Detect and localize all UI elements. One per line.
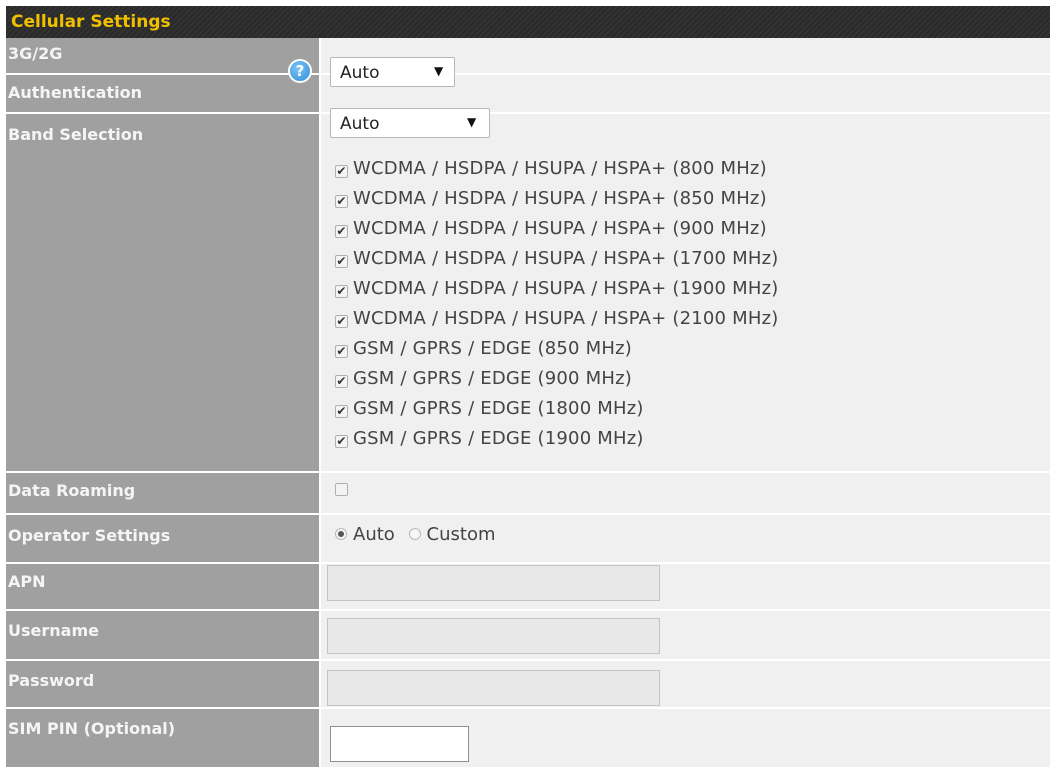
checkbox-checked[interactable]: ✔ [335, 315, 348, 328]
band-checkbox-row[interactable]: ✔ WCDMA / HSDPA / HSUPA / HSPA+ (1700 MHz… [335, 248, 778, 278]
authentication-select[interactable]: Auto ▼ [330, 108, 490, 138]
row-divider [6, 73, 1050, 75]
username-label: Username [8, 621, 99, 640]
apn-label: APN [8, 572, 46, 591]
band-checkbox-row[interactable]: ✔ WCDMA / HSDPA / HSUPA / HSPA+ (1900 MHz… [335, 278, 778, 308]
band-checkbox-row[interactable]: ✔ GSM / GPRS / EDGE (850 MHz) [335, 338, 632, 368]
row-divider [6, 609, 1050, 611]
apn-input[interactable] [327, 565, 660, 601]
row-divider [6, 659, 1050, 661]
band-selection-label: Band Selection [8, 125, 144, 144]
row-divider [6, 112, 1050, 114]
dropdown-arrow-icon: ▼ [467, 115, 477, 129]
band-label: WCDMA / HSDPA / HSUPA / HSPA+ (2100 MHz) [353, 308, 779, 329]
option-auto-label: Auto [353, 524, 395, 545]
band-label: WCDMA / HSDPA / HSUPA / HSPA+ (800 MHz) [353, 158, 767, 179]
password-label: Password [8, 671, 95, 690]
network-label: 3G/2G [8, 44, 63, 63]
network-mode-value: Auto [340, 63, 380, 83]
option-custom-label: Custom [426, 524, 496, 545]
band-checkbox-row[interactable]: ✔ WCDMA / HSDPA / HSUPA / HSPA+ (2100 MHz… [335, 308, 778, 338]
row-divider [6, 562, 1050, 564]
checkbox-checked[interactable]: ✔ [335, 225, 348, 238]
band-checkbox-row[interactable]: ✔ WCDMA / HSDPA / HSUPA / HSPA+ (800 MHz) [335, 158, 767, 188]
band-checkbox-row[interactable]: ✔ WCDMA / HSDPA / HSUPA / HSPA+ (850 MHz) [335, 188, 767, 218]
band-label: GSM / GPRS / EDGE (1900 MHz) [353, 428, 644, 449]
dropdown-arrow-icon: ▼ [434, 64, 444, 78]
checkbox-checked[interactable]: ✔ [335, 255, 348, 268]
band-checkbox-row[interactable]: ✔ GSM / GPRS / EDGE (1900 MHz) [335, 428, 644, 458]
row-divider [6, 513, 1050, 515]
authentication-value: Auto [340, 114, 380, 134]
operator-settings-label: Operator Settings [8, 526, 171, 545]
radio-custom[interactable] [408, 528, 421, 540]
column-divider [319, 38, 321, 767]
band-checkbox-row[interactable]: ✔ GSM / GPRS / EDGE (900 MHz) [335, 368, 632, 398]
sim-pin-label: SIM PIN (Optional) [8, 719, 176, 738]
network-mode-select[interactable]: Auto ▼ [330, 57, 455, 87]
band-label: GSM / GPRS / EDGE (1800 MHz) [353, 398, 644, 419]
radio-auto-selected[interactable] [335, 528, 347, 540]
username-input[interactable] [327, 618, 660, 654]
operator-settings-radios: Auto Custom [335, 524, 496, 545]
data-roaming-label: Data Roaming [8, 481, 136, 500]
sim-pin-input[interactable] [330, 726, 469, 762]
band-checkbox-row[interactable]: ✔ GSM / GPRS / EDGE (1800 MHz) [335, 398, 644, 428]
band-label: WCDMA / HSDPA / HSUPA / HSPA+ (1900 MHz) [353, 278, 779, 299]
checkbox-checked[interactable]: ✔ [335, 405, 348, 418]
checkbox-checked[interactable]: ✔ [335, 195, 348, 208]
section-title: Cellular Settings [11, 12, 171, 32]
band-label: GSM / GPRS / EDGE (850 MHz) [353, 338, 632, 359]
checkbox-checked[interactable]: ✔ [335, 435, 348, 448]
checkbox-checked[interactable]: ✔ [335, 375, 348, 388]
band-checkbox-row[interactable]: ✔ WCDMA / HSDPA / HSUPA / HSPA+ (900 MHz) [335, 218, 767, 248]
row-divider [6, 471, 1050, 473]
band-label: WCDMA / HSDPA / HSUPA / HSPA+ (900 MHz) [353, 218, 767, 239]
checkbox-checked[interactable]: ✔ [335, 345, 348, 358]
checkbox-checked[interactable]: ✔ [335, 285, 348, 298]
band-label: GSM / GPRS / EDGE (900 MHz) [353, 368, 632, 389]
band-label: WCDMA / HSDPA / HSUPA / HSPA+ (1700 MHz) [353, 248, 779, 269]
band-label: WCDMA / HSDPA / HSUPA / HSPA+ (850 MHz) [353, 188, 767, 209]
password-input[interactable] [327, 670, 660, 706]
label-column [6, 38, 319, 767]
section-header: Cellular Settings [6, 6, 1050, 38]
row-divider [6, 707, 1050, 709]
help-question-icon[interactable]: ? [288, 59, 312, 83]
authentication-label: Authentication [8, 83, 142, 102]
data-roaming-checkbox[interactable] [335, 483, 348, 496]
checkbox-checked[interactable]: ✔ [335, 165, 348, 178]
